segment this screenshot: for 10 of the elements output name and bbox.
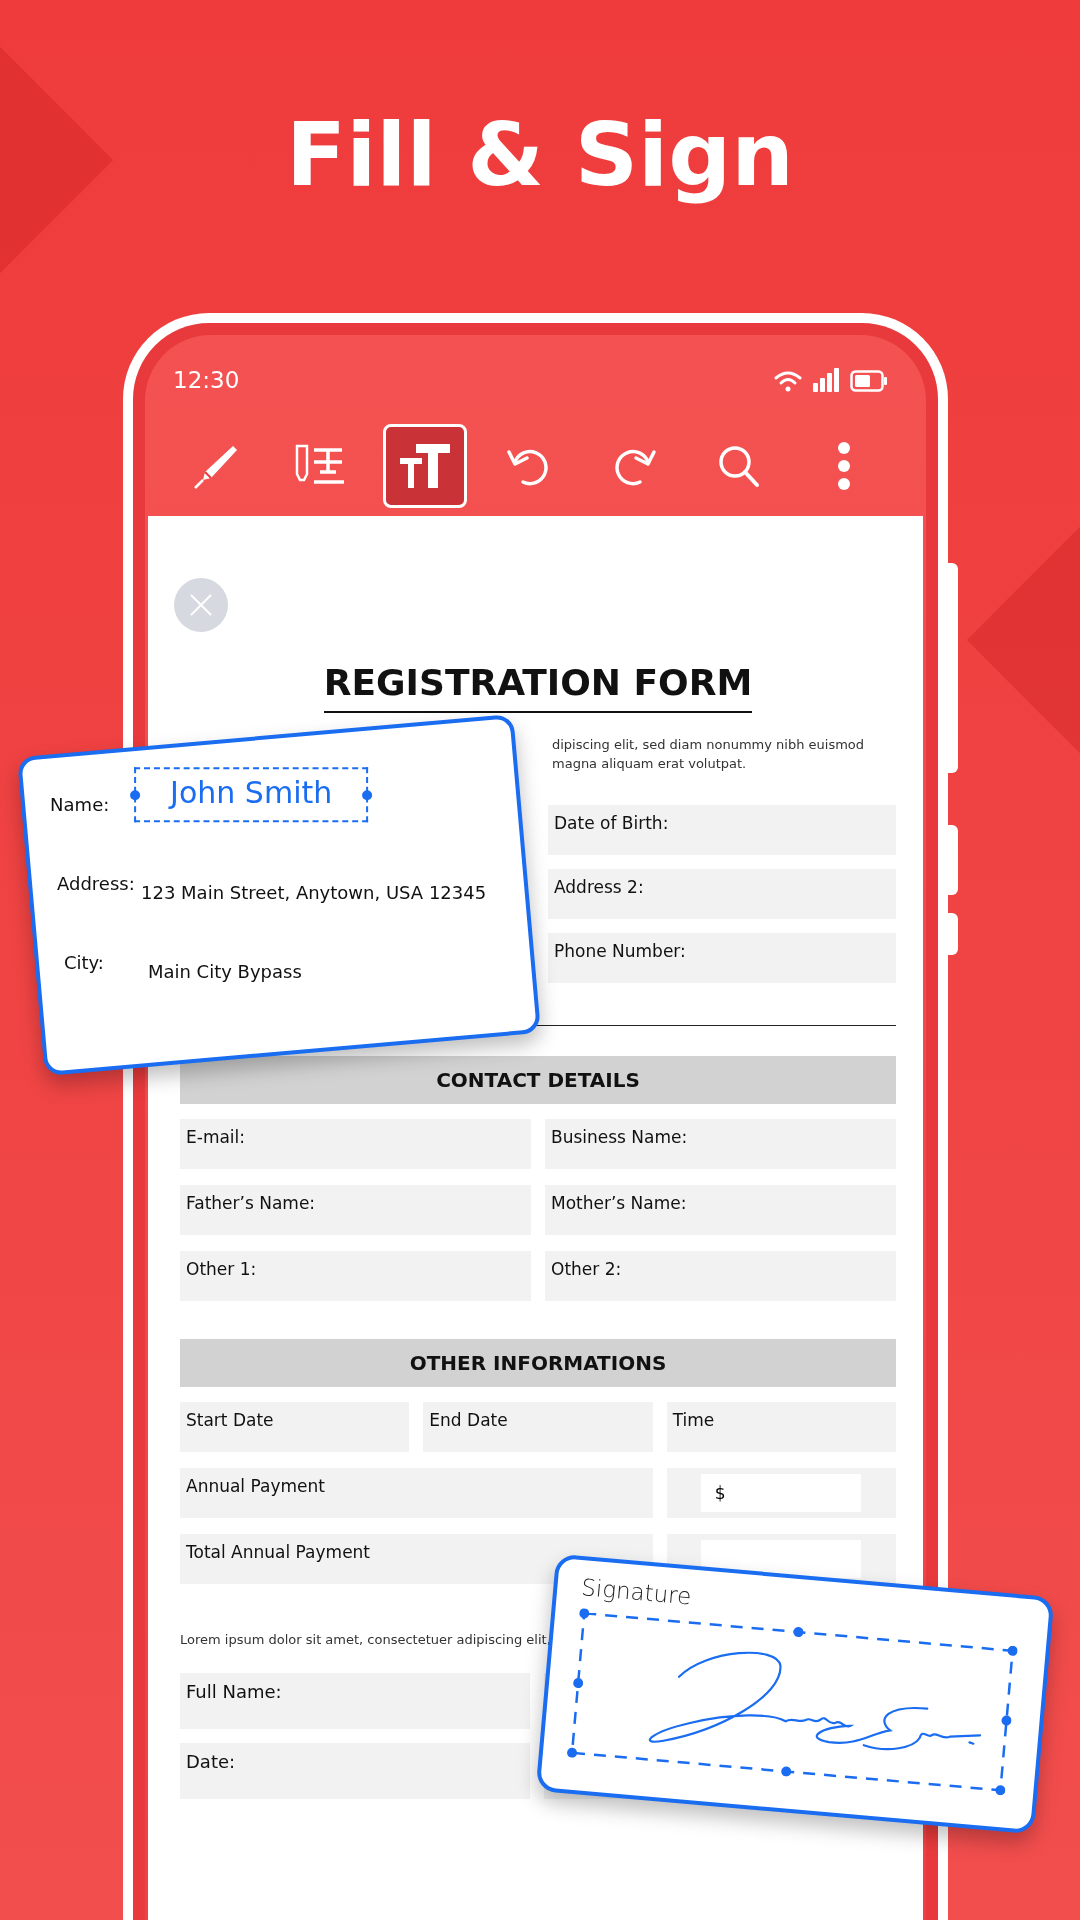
- footer-text: Lorem ipsum dolor sit amet, consectetuer adipiscing elit,: [180, 1632, 552, 1647]
- intro-text: dipiscing elit, sed diam nonummy nibh euismod magna aliquam erat volutpat.: [552, 736, 866, 773]
- field-label: City:: [63, 951, 105, 973]
- field-label: Name:: [50, 794, 111, 816]
- form-title: REGISTRATION FORM: [323, 662, 753, 713]
- headline: Fill & Sign: [286, 102, 794, 208]
- section-header: CONTACT DETAILS: [180, 1056, 896, 1104]
- status-time: 12:30: [173, 367, 240, 393]
- section-header: OTHER INFORMATIONS: [180, 1339, 896, 1387]
- field-label: Address:: [57, 872, 136, 894]
